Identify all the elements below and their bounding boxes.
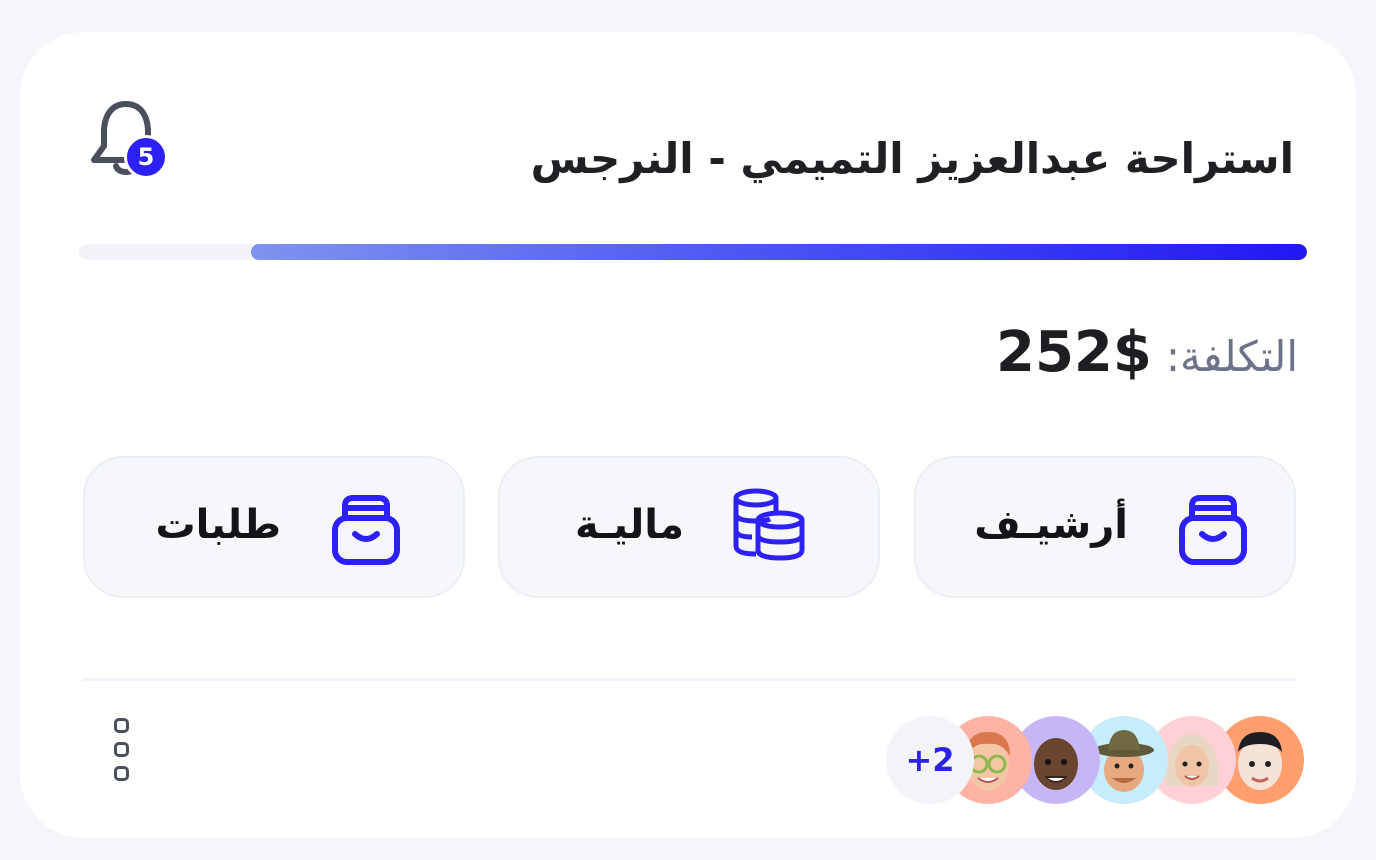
progress-fill <box>250 244 1307 260</box>
archive-button[interactable]: أرشيـف <box>914 456 1296 598</box>
archive-box-icon <box>332 495 400 565</box>
members-avatar-group[interactable]: +2 <box>886 716 1306 806</box>
project-card: استراحة عبدالعزيز التميمي - النرجس 5 الت… <box>20 32 1356 838</box>
finance-label: ماليـة <box>574 502 684 548</box>
finance-button[interactable]: ماليـة <box>498 456 880 598</box>
notification-count-badge: 5 <box>124 135 168 179</box>
archive-box-icon <box>1179 495 1247 565</box>
extra-members-count[interactable]: +2 <box>886 716 974 804</box>
dot <box>114 742 129 757</box>
coins-stack-icon <box>733 488 805 561</box>
cost-label: التكلفة: <box>1165 332 1298 381</box>
requests-button[interactable]: طلبات <box>83 456 465 598</box>
progress-bar <box>79 244 1307 260</box>
dot <box>114 766 129 781</box>
cost-row: التكلفة: 252$ <box>996 320 1298 385</box>
archive-label: أرشيـف <box>974 502 1128 548</box>
more-options-button[interactable] <box>114 718 132 788</box>
card-title: استراحة عبدالعزيز التميمي - النرجس <box>530 134 1294 183</box>
cost-value: 252$ <box>995 320 1152 385</box>
vertical-dots-icon <box>114 718 129 733</box>
divider <box>82 678 1296 681</box>
requests-label: طلبات <box>155 502 281 548</box>
